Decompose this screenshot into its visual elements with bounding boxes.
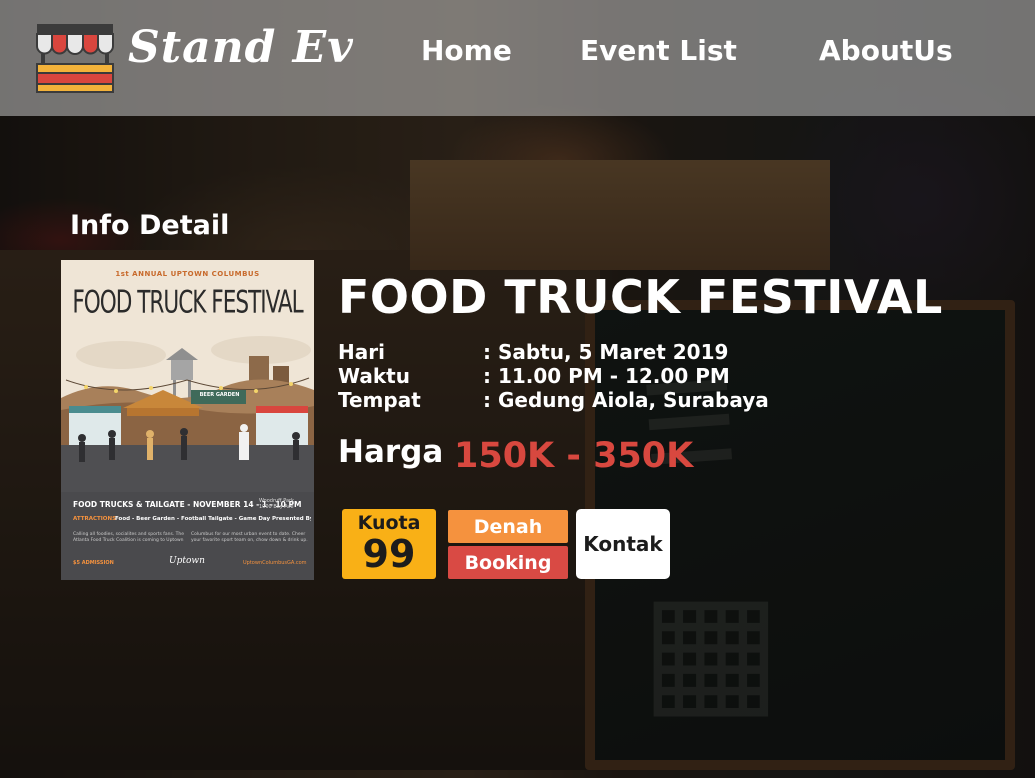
event-detail-row: Hari : Sabtu, 5 Maret 2019 [338, 340, 728, 364]
denah-button[interactable]: Denah [448, 510, 568, 543]
quota-label: Kuota [357, 512, 421, 534]
poster-attractions: Food - Beer Garden - Football Tailgate -… [115, 516, 311, 522]
nav-about-link[interactable]: AboutUs [819, 34, 953, 67]
section-title: Info Detail [70, 210, 230, 241]
poster-title: FOOD TRUCK FESTIVAL [72, 284, 303, 321]
detail-value-time: : 11.00 PM - 12.00 PM [483, 364, 730, 388]
poster-venue: Woodruff Park 1000 Bay Ave [259, 498, 295, 510]
poster-kicker: 1st ANNUAL UPTOWN COLUMBUS [115, 270, 260, 278]
nav-home-link[interactable]: Home [421, 34, 512, 67]
poster-headline: FOOD TRUCKS & TAILGATE - NOVEMBER 14 - 1… [73, 500, 302, 509]
detail-value-day: : Sabtu, 5 Maret 2019 [483, 340, 729, 364]
nav-event-list-link[interactable]: Event List [580, 34, 737, 67]
brand-logo-text[interactable]: Stand Ev [128, 22, 354, 73]
quota-value: 99 [362, 532, 416, 576]
market-stall-icon [36, 24, 114, 93]
poster-footer-logo: Uptown [169, 556, 205, 566]
poster-admission: $5 ADMISSION [73, 560, 114, 566]
event-title: FOOD TRUCK FESTIVAL [338, 270, 943, 324]
poster-attractions-label: ATTRACTIONS [73, 516, 117, 522]
poster-url: UptownColumbusGA.com [243, 560, 307, 566]
detail-value-place: : Gedung Aiola, Surabaya [483, 388, 769, 412]
poster-copy-right: Columbus for our most urban event to dat… [191, 532, 308, 543]
poster-copy-left: Calling all foodies, socialites and spor… [73, 532, 185, 543]
quota-badge: Kuota 99 [342, 509, 436, 579]
booking-button[interactable]: Booking [448, 546, 568, 579]
poster-sign: BEER GARDEN [199, 392, 240, 398]
event-poster: 1st ANNUAL UPTOWN COLUMBUS FOOD TRUCK FE… [61, 260, 314, 580]
kontak-button[interactable]: Kontak [576, 509, 670, 579]
detail-label-day: Hari [338, 340, 385, 364]
detail-label-place: Tempat [338, 388, 421, 412]
detail-label-time: Waktu [338, 364, 410, 388]
event-detail-row: Tempat : Gedung Aiola, Surabaya [338, 388, 769, 412]
price-label: Harga [338, 434, 444, 470]
event-detail-row: Waktu : 11.00 PM - 12.00 PM [338, 364, 730, 388]
navbar: Stand Ev Home Event List AboutUs [0, 0, 1035, 116]
price-value: 150K - 350K [454, 436, 694, 476]
